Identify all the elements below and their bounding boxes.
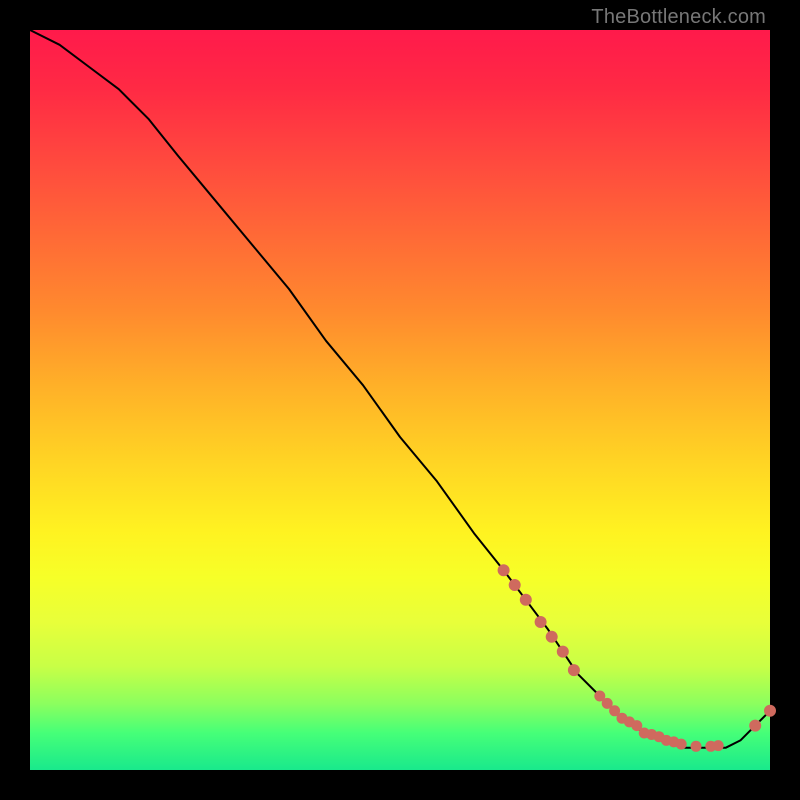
data-point <box>546 631 558 643</box>
data-point <box>713 740 724 751</box>
data-points-group <box>498 564 776 752</box>
data-point <box>509 579 521 591</box>
data-point <box>676 739 687 750</box>
chart-frame: TheBottleneck.com <box>0 0 800 800</box>
data-point <box>764 705 776 717</box>
watermark-text: TheBottleneck.com <box>591 6 766 29</box>
chart-svg <box>30 30 770 770</box>
data-point <box>749 720 761 732</box>
data-point <box>535 616 547 628</box>
plot-area <box>30 30 770 770</box>
data-point <box>568 664 580 676</box>
data-point <box>557 646 569 658</box>
curve-line <box>30 30 770 748</box>
data-point <box>691 741 702 752</box>
data-point <box>498 564 510 576</box>
data-point <box>520 594 532 606</box>
